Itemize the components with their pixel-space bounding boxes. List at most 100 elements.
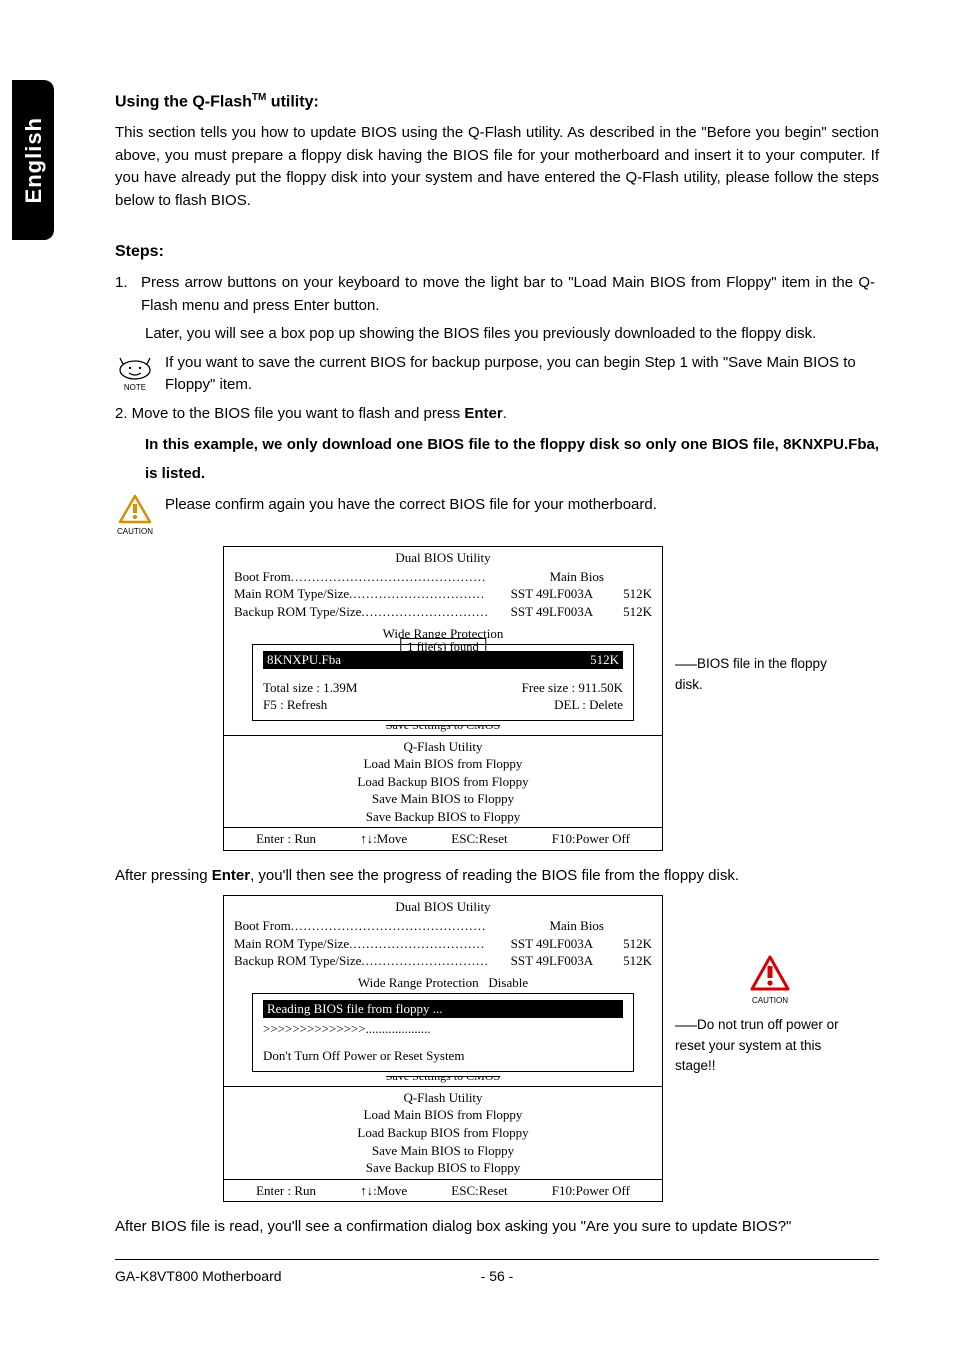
key-move: ↑↓:Move <box>360 830 407 848</box>
menu-load-main[interactable]: Load Main BIOS from Floppy <box>224 1106 662 1124</box>
step-1-details: Later, you will see a box pop up showing… <box>145 323 879 346</box>
page-content: Using the Q-FlashTM utility: This sectio… <box>115 90 879 1239</box>
spacer <box>604 917 652 935</box>
after-read-paragraph: After BIOS file is read, you'll see a co… <box>115 1216 879 1239</box>
main-rom-value: SST 49LF003A <box>507 585 593 603</box>
spacer <box>604 568 652 586</box>
key-enter: Enter : Run <box>256 1182 316 1200</box>
backup-rom-value: SST 49LF003A <box>507 952 593 970</box>
note-label: NOTE <box>124 383 146 392</box>
dots: ................................ <box>349 585 507 603</box>
menu-save-backup[interactable]: Save Backup BIOS to Floppy <box>224 808 662 826</box>
main-rom-size: 512K <box>593 585 652 603</box>
bios-header-2: Boot From...............................… <box>224 917 662 974</box>
key-enter: Enter : Run <box>256 830 316 848</box>
main-rom-label: Main ROM Type/Size <box>234 935 349 953</box>
key-move: ↑↓:Move <box>360 1182 407 1200</box>
page-footer: GA-K8VT800 Motherboard - 56 - <box>115 1259 879 1287</box>
progress-bar: >>>>>>>>>>>>>>.................... <box>263 1020 623 1038</box>
step-1: 1.Press arrow buttons on your keyboard t… <box>115 272 879 317</box>
note-block: NOTE If you want to save the current BIO… <box>115 352 879 397</box>
menu-save-main[interactable]: Save Main BIOS to Floppy <box>224 1142 662 1160</box>
key-esc: ESC:Reset <box>451 1182 507 1200</box>
caution-label-2: CAUTION <box>675 995 865 1007</box>
language-tab: English <box>12 80 54 240</box>
annotation-2: CAUTION Do not trun off power or reset y… <box>675 895 865 1076</box>
save-settings-cut-2: Save Settings to CMOS <box>224 1076 662 1086</box>
annotation-2-text: Do not trun off power or reset your syst… <box>675 1017 839 1073</box>
menu-load-backup[interactable]: Load Backup BIOS from Floppy <box>224 1124 662 1142</box>
step-2-text: 2. Move to the BIOS file you want to fla… <box>115 405 464 422</box>
trademark-symbol: TM <box>252 92 266 103</box>
language-tab-label: English <box>17 117 50 203</box>
footer-left: GA-K8VT800 Motherboard <box>115 1266 421 1287</box>
bios-title: Dual BIOS Utility <box>224 547 662 568</box>
dots: .............................. <box>361 603 506 621</box>
qflash-subtitle-2: Q-Flash Utility <box>224 1086 662 1107</box>
qflash-subtitle: Q-Flash Utility <box>224 735 662 756</box>
backup-rom-size: 512K <box>593 952 652 970</box>
step-number: 1. <box>115 272 141 295</box>
main-rom-value: SST 49LF003A <box>507 935 593 953</box>
wide-range-value: Disable <box>488 975 528 990</box>
backup-rom-label: Backup ROM Type/Size <box>234 603 361 621</box>
step-1-text: Press arrow buttons on your keyboard to … <box>141 272 875 317</box>
power-warning: Don't Turn Off Power or Reset System <box>263 1047 623 1065</box>
bios-filename: 8KNXPU.Fba <box>267 651 341 669</box>
caution-text: Please confirm again you have the correc… <box>165 494 657 517</box>
backup-rom-label: Backup ROM Type/Size <box>234 952 361 970</box>
selected-bios-file[interactable]: 8KNXPU.Fba 512K <box>263 651 623 669</box>
menu-save-main[interactable]: Save Main BIOS to Floppy <box>224 790 662 808</box>
progress-area: Wide Range Protection Disable Reading BI… <box>224 974 662 1078</box>
bios-key-hints: Enter : Run ↑↓:Move ESC:Reset F10:Power … <box>224 827 662 850</box>
file-listing-box: 8KNXPU.Fba 512K Total size : 1.39M Free … <box>252 644 634 721</box>
backup-rom-value: SST 49LF003A <box>507 603 593 621</box>
save-settings-cut: Save Settings to CMOS <box>224 725 662 735</box>
wide-range-label: Wide Range Protection <box>358 975 479 990</box>
reading-status: Reading BIOS file from floppy ... <box>263 1000 623 1018</box>
total-size: Total size : 1.39M <box>263 679 357 697</box>
step-2-post: . <box>503 405 507 422</box>
bios-menu: Load Main BIOS from Floppy Load Backup B… <box>224 755 662 825</box>
footer-page-number: - 56 - <box>421 1266 574 1287</box>
boot-from-value: Main Bios <box>545 917 604 935</box>
dots: ................................ <box>349 935 507 953</box>
step-2: 2. Move to the BIOS file you want to fla… <box>115 403 879 426</box>
dots: .............................. <box>361 952 506 970</box>
caution-icon-2: CAUTION <box>675 955 865 1007</box>
wide-range-row-2: Wide Range Protection Disable <box>252 974 634 992</box>
heading-text-post: utility: <box>266 93 318 110</box>
steps-heading: Steps: <box>115 240 879 264</box>
annotation-1-text: BIOS file in the floppy disk. <box>675 656 827 691</box>
bios-title-2: Dual BIOS Utility <box>224 896 662 917</box>
step-2-enter: Enter <box>464 405 502 422</box>
after-press-pre: After pressing <box>115 867 212 884</box>
bios-utility-window: Dual BIOS Utility Boot From.............… <box>223 546 663 851</box>
boot-from-value: Main Bios <box>545 568 604 586</box>
f5-refresh: F5 : Refresh <box>263 696 327 714</box>
free-size: Free size : 911.50K <box>522 679 623 697</box>
menu-load-backup[interactable]: Load Backup BIOS from Floppy <box>224 773 662 791</box>
caution-block-1: CAUTION Please confirm again you have th… <box>115 494 879 538</box>
file-help-keys: F5 : Refresh DEL : Delete <box>263 696 623 714</box>
note-text: If you want to save the current BIOS for… <box>165 352 879 397</box>
menu-save-backup[interactable]: Save Backup BIOS to Floppy <box>224 1159 662 1177</box>
menu-load-main[interactable]: Load Main BIOS from Floppy <box>224 755 662 773</box>
intro-paragraph: This section tells you how to update BIO… <box>115 122 879 212</box>
bios-header: Boot From...............................… <box>224 568 662 625</box>
after-press-enter: After pressing Enter, you'll then see th… <box>115 865 879 888</box>
bios-menu-2: Load Main BIOS from Floppy Load Backup B… <box>224 1106 662 1176</box>
backup-rom-size: 512K <box>593 603 652 621</box>
main-rom-size: 512K <box>593 935 652 953</box>
bios-key-hints-2: Enter : Run ↑↓:Move ESC:Reset F10:Power … <box>224 1179 662 1202</box>
heading-text: Using the Q-Flash <box>115 93 252 110</box>
dots: ........................................… <box>291 917 546 935</box>
caution-icon: CAUTION <box>115 494 155 538</box>
boot-from-label: Boot From <box>234 917 291 935</box>
key-f10: F10:Power Off <box>552 830 630 848</box>
annotation-1: BIOS file in the floppy disk. <box>675 546 855 695</box>
after-press-post: , you'll then see the progress of readin… <box>250 867 739 884</box>
bios-filesize: 512K <box>590 651 619 669</box>
key-f10: F10:Power Off <box>552 1182 630 1200</box>
note-icon: NOTE <box>115 352 155 394</box>
